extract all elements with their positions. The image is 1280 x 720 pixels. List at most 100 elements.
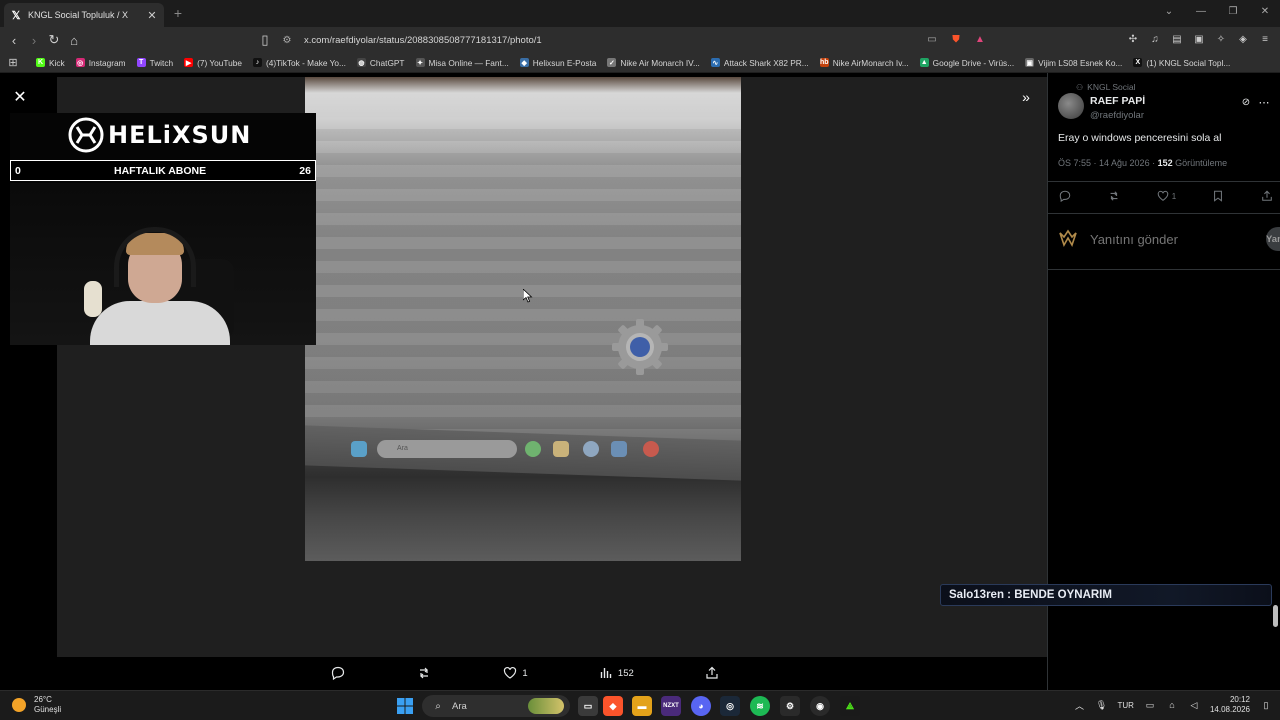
home-icon[interactable]: ⌂ <box>66 32 82 48</box>
bookmark-label: Google Drive - Virüs... <box>932 57 1015 68</box>
wallet-icon[interactable]: ▣ <box>1192 32 1206 46</box>
nzxt-cam-icon[interactable]: NZXT <box>661 696 681 716</box>
reply-submit-button[interactable]: Yanıtla <box>1266 227 1280 251</box>
author-name[interactable]: RAEF PAPİ <box>1090 95 1145 107</box>
razer-icon[interactable]: ⟁ <box>840 696 860 716</box>
community-name: KNGL Social <box>1087 82 1136 92</box>
bookmark-item[interactable]: ✓ Nike Air Monarch IV... <box>607 58 700 68</box>
steam-icon[interactable]: ◎ <box>720 696 740 716</box>
bookmark-favicon-icon: X <box>1133 58 1143 67</box>
display-icon[interactable]: ▭ <box>1144 699 1156 711</box>
search-highlight-thumbnail <box>528 698 564 714</box>
views-action[interactable]: 152 <box>598 665 634 681</box>
volume-icon[interactable]: ◁ <box>1188 699 1200 711</box>
input-language[interactable]: TUR <box>1118 701 1134 710</box>
bookmark-item[interactable]: ▶ (7) YouTube <box>184 58 242 68</box>
brave-shield-icon[interactable]: ⛊ <box>949 32 963 46</box>
back-icon[interactable]: ‹ <box>6 32 22 48</box>
bookmark-item[interactable]: ▲ Google Drive - Virüs... <box>919 57 1015 68</box>
bookmark-item[interactable]: ◆ Helixsun E-Posta <box>519 58 596 68</box>
bookmark-label: Instagram <box>88 57 126 68</box>
cast-icon[interactable]: ▭ <box>925 32 939 46</box>
tweet-photo[interactable]: Ara <box>305 77 741 561</box>
bookmark-item[interactable]: ∿ Attack Shark X82 PR... <box>710 58 809 68</box>
photo-app-icon <box>351 441 367 457</box>
network-icon[interactable]: ⌂ <box>1166 699 1178 711</box>
address-bar[interactable]: ⚙ x.com/raefdiyolar/status/2088308508777… <box>280 30 1000 50</box>
share-action[interactable] <box>704 665 720 681</box>
leo-ai-icon[interactable]: ✧ <box>1214 32 1228 46</box>
more-options-icon[interactable]: ⋯ <box>1257 95 1271 109</box>
weather-widget[interactable]: 26°C Güneşli <box>12 695 61 715</box>
photo-app-icon <box>553 441 569 457</box>
obs-icon[interactable]: ◉ <box>810 696 830 716</box>
bookmark-item[interactable]: ◍ ChatGPT <box>356 58 405 68</box>
bookmark-item[interactable]: hb Nike AirMonarch Iv... <box>819 57 909 68</box>
bookmark-item[interactable]: ▣ Vijim LS08 Esnek Ko... <box>1025 58 1122 68</box>
vpn-icon[interactable]: ◈ <box>1236 32 1250 46</box>
close-tab-icon[interactable]: ✕ <box>146 9 158 22</box>
bookmark-item[interactable]: ✦ Misa Online — Fant... <box>415 58 509 68</box>
panel-bookmark-button[interactable] <box>1211 189 1225 203</box>
bookmark-item[interactable]: ◎ Instagram <box>75 57 126 68</box>
reload-icon[interactable]: ↻ <box>46 32 62 48</box>
bookmark-item[interactable]: ♪ (4)TikTok - Make Yo... <box>253 58 346 68</box>
apps-grid-icon[interactable]: ⊞ <box>6 56 20 70</box>
forward-icon[interactable]: › <box>26 32 42 48</box>
file-explorer-icon[interactable]: ▬ <box>632 696 652 716</box>
menu-icon[interactable]: ≡ <box>1258 32 1272 46</box>
grok-icon[interactable]: ⊘ <box>1239 95 1253 109</box>
sub-goal-label: HAFTALIK ABONE <box>113 164 207 177</box>
maximize-icon[interactable]: ❐ <box>1226 4 1240 18</box>
tray-overflow-icon[interactable]: ︿ <box>1074 699 1086 711</box>
tab-search-icon[interactable]: ⌄ <box>1162 4 1176 18</box>
panel-repost-button[interactable] <box>1107 189 1121 203</box>
notifications-icon[interactable]: ▯ <box>1260 699 1272 711</box>
spotify-icon[interactable]: ≋ <box>750 696 770 716</box>
like-action[interactable]: 1 <box>502 665 528 681</box>
tweet-timestamp[interactable]: ÖS 7:55 · 14 Ağu 2026 · <box>1058 158 1158 168</box>
browser-tab[interactable]: 𝕏 KNGL Social Topluluk / X ✕ <box>4 3 164 27</box>
windows-start-icon[interactable] <box>396 697 414 715</box>
extensions-icon[interactable]: ✣ <box>1126 32 1140 46</box>
discord-icon[interactable]: ◕ <box>691 696 711 716</box>
reply-input[interactable] <box>1090 231 1266 247</box>
stream-overlay: HELiXSUN 0 HAFTALIK ABONE 26 <box>10 113 316 345</box>
bookmark-favicon-icon: K <box>36 58 45 67</box>
scrollbar-thumb[interactable] <box>1273 605 1278 627</box>
panel-like-button[interactable]: 1 <box>1156 189 1176 203</box>
reply-action[interactable] <box>330 665 346 681</box>
panel-share-button[interactable] <box>1260 189 1274 203</box>
like-count: 1 <box>522 667 528 679</box>
community-label[interactable]: ⚇ KNGL Social <box>1076 82 1136 92</box>
close-media-icon[interactable]: ✕ <box>12 89 28 106</box>
media-icon[interactable]: ♫ <box>1148 32 1162 46</box>
site-info-icon[interactable]: ⚙ <box>280 33 294 47</box>
repost-icon <box>416 665 432 681</box>
clock[interactable]: 20:12 14.08.2026 <box>1210 695 1250 715</box>
settings-icon[interactable]: ⚙ <box>780 696 800 716</box>
brave-rewards-icon[interactable]: ▲ <box>973 32 987 46</box>
expand-panel-icon[interactable]: » <box>1018 89 1034 105</box>
sidebar-icon[interactable]: ▤ <box>1170 32 1184 46</box>
brave-browser-icon[interactable]: ◆ <box>603 696 623 716</box>
window-controls: ⌄ — ❐ ✕ <box>1162 4 1272 18</box>
minimize-icon[interactable]: — <box>1194 4 1208 18</box>
photo-app-icon <box>583 441 599 457</box>
x-logo-icon: 𝕏 <box>11 9 21 22</box>
bookmark-item[interactable]: K Kick <box>36 58 65 68</box>
bookmarks-bar: ⊞ K Kick ◎ Instagram T Twitch ▶ (7) YouTube ♪ (4)… <box>0 53 1280 73</box>
bookmark-label: Nike AirMonarch Iv... <box>832 57 909 68</box>
new-tab-icon[interactable]: + <box>170 5 186 21</box>
bookmark-page-icon[interactable]: ▯ <box>257 32 273 48</box>
panel-reply-button[interactable] <box>1058 189 1072 203</box>
bookmark-item[interactable]: T Twitch <box>136 58 173 68</box>
author-avatar[interactable] <box>1058 93 1084 119</box>
task-view-icon[interactable]: ▭ <box>578 696 598 716</box>
close-window-icon[interactable]: ✕ <box>1258 4 1272 18</box>
author-handle[interactable]: @raefdiyolar <box>1090 110 1144 121</box>
bookmark-item[interactable]: X (1) KNGL Social Topl... <box>1133 58 1230 68</box>
repost-action[interactable] <box>416 665 432 681</box>
taskbar-search[interactable]: ⌕ Ara <box>422 695 570 717</box>
microphone-icon[interactable]: 🎙 <box>1096 699 1108 711</box>
